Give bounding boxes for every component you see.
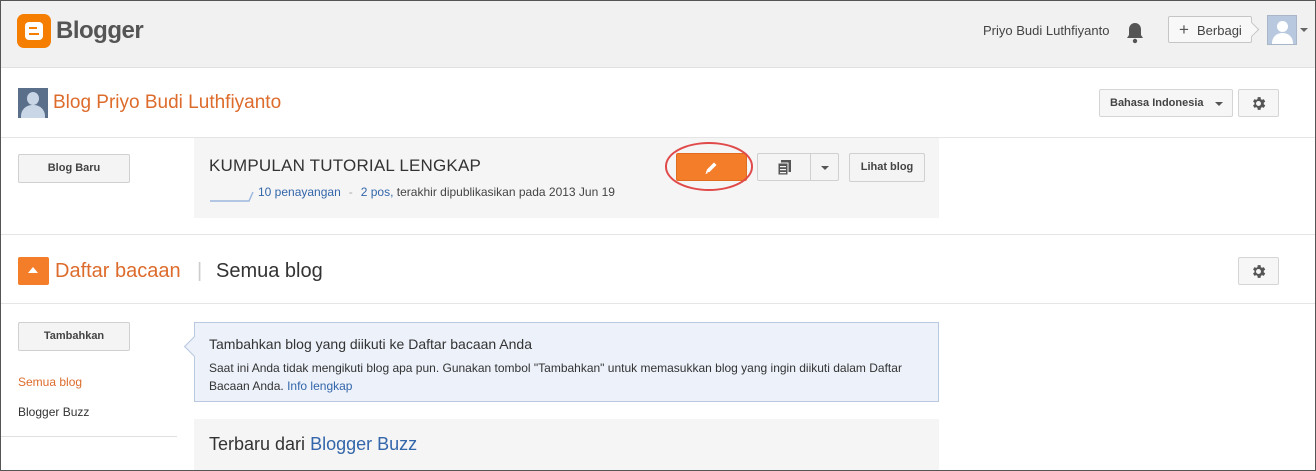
stats-separator: - xyxy=(348,185,353,199)
gear-icon xyxy=(1253,265,1266,278)
avatar[interactable] xyxy=(1267,15,1297,45)
view-blog-button[interactable]: Lihat blog xyxy=(849,153,925,182)
language-select[interactable]: Bahasa Indonesia xyxy=(1099,89,1233,117)
blog-name[interactable]: KUMPULAN TUTORIAL LENGKAP xyxy=(209,156,481,176)
blog-avatar xyxy=(18,88,48,118)
reading-list-subtitle: Semua blog xyxy=(216,260,323,282)
app-window: Blogger Priyo Budi Luthfiyanto + Berbagi… xyxy=(0,0,1316,471)
info-title: Tambahkan blog yang diikuti ke Daftar ba… xyxy=(209,336,532,352)
title-separator: | xyxy=(197,260,203,282)
highlight-ring xyxy=(665,142,753,191)
top-bar xyxy=(1,1,1315,68)
plus-icon: + xyxy=(1179,20,1189,39)
latest-prefix: Terbaru dari xyxy=(209,434,306,454)
posts-button[interactable] xyxy=(757,153,811,181)
posts-link[interactable]: 2 pos, xyxy=(361,185,394,199)
add-blog-button[interactable]: Tambahkan xyxy=(18,322,130,351)
gear-icon xyxy=(1253,97,1266,110)
views-link[interactable]: 10 penayangan xyxy=(258,185,341,199)
sidebar-divider xyxy=(1,436,177,437)
share-label: Berbagi xyxy=(1197,23,1242,38)
blog-stats: 10 penayangan -2 pos, terakhir dipublikas… xyxy=(209,185,615,199)
reading-list-settings-button[interactable] xyxy=(1238,257,1279,285)
last-published: terakhir dipublikasikan pada 2013 Jun 19 xyxy=(396,185,615,199)
blogger-logo-icon[interactable] xyxy=(17,14,51,48)
username[interactable]: Priyo Budi Luthfiyanto xyxy=(983,23,1109,38)
collapse-icon[interactable] xyxy=(18,257,49,285)
chevron-down-icon xyxy=(821,166,829,170)
blog-title[interactable]: Blog Priyo Budi Luthfiyanto xyxy=(53,92,281,114)
share-button[interactable]: + Berbagi xyxy=(1168,16,1252,43)
posts-icon xyxy=(777,160,791,176)
brand-name[interactable]: Blogger xyxy=(56,17,144,45)
info-box: Tambahkan blog yang diikuti ke Daftar ba… xyxy=(194,322,939,402)
blogger-buzz-link[interactable]: Blogger Buzz xyxy=(310,434,417,454)
sidebar-item-all-blogs[interactable]: Semua blog xyxy=(18,375,82,389)
language-label: Bahasa Indonesia xyxy=(1110,97,1204,109)
latest-title: Terbaru dari Blogger Buzz xyxy=(209,434,417,455)
divider xyxy=(1,303,1315,304)
divider xyxy=(1,234,1315,235)
chevron-down-icon[interactable] xyxy=(1300,28,1308,32)
sidebar-item-blogger-buzz[interactable]: Blogger Buzz xyxy=(18,405,89,419)
chevron-down-icon xyxy=(1215,102,1223,106)
settings-button[interactable] xyxy=(1238,89,1279,117)
info-more-link[interactable]: Info lengkap xyxy=(287,379,352,393)
bell-icon[interactable] xyxy=(1124,21,1146,45)
info-body: Saat ini Anda tidak mengikuti blog apa p… xyxy=(209,359,919,395)
posts-dropdown-button[interactable] xyxy=(810,153,839,181)
reading-list-title[interactable]: Daftar bacaan xyxy=(55,260,181,283)
new-blog-button[interactable]: Blog Baru xyxy=(18,154,130,183)
